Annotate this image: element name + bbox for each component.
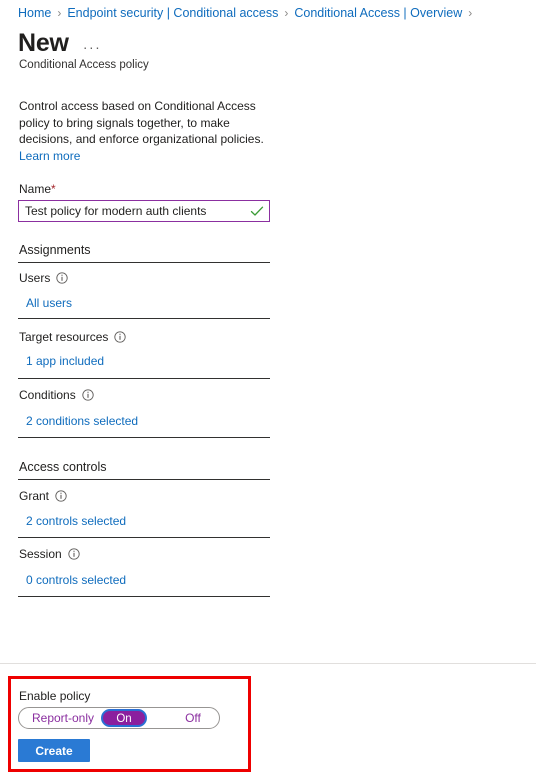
page-title: New xyxy=(18,29,69,57)
breadcrumb: Home › Endpoint security | Conditional a… xyxy=(18,5,472,21)
chevron-right-icon: › xyxy=(468,6,473,20)
divider xyxy=(18,537,270,538)
divider xyxy=(18,262,270,263)
section-heading-assignments: Assignments xyxy=(19,243,91,257)
row-label-text: Users xyxy=(19,271,51,285)
create-button[interactable]: Create xyxy=(18,739,90,762)
info-icon[interactable] xyxy=(68,548,80,560)
divider xyxy=(18,596,270,597)
enable-policy-label: Enable policy xyxy=(19,689,91,703)
row-value-target-resources[interactable]: 1 app included xyxy=(26,353,104,369)
info-icon[interactable] xyxy=(114,331,127,343)
page-header: New ··· xyxy=(18,28,101,58)
row-value-conditions[interactable]: 2 conditions selected xyxy=(26,413,138,429)
row-value-session[interactable]: 0 controls selected xyxy=(26,572,126,588)
info-icon[interactable] xyxy=(55,490,67,502)
divider xyxy=(18,479,270,480)
conditional-access-new-policy-page: Home › Endpoint security | Conditional a… xyxy=(0,0,536,776)
row-label-conditions: Conditions xyxy=(19,387,94,403)
enable-policy-toggle[interactable]: Report-only On Off xyxy=(18,707,220,729)
divider xyxy=(18,437,270,438)
row-label-text: Session xyxy=(19,547,62,561)
row-label-grant: Grant xyxy=(19,488,67,504)
toggle-option-on[interactable]: On xyxy=(101,709,147,727)
name-input-container[interactable] xyxy=(18,200,270,222)
row-value-grant[interactable]: 2 controls selected xyxy=(26,513,126,529)
info-icon[interactable] xyxy=(56,272,68,284)
chevron-right-icon: › xyxy=(57,6,62,20)
checkmark-icon xyxy=(250,206,264,216)
breadcrumb-item-conditional-access-overview[interactable]: Conditional Access | Overview xyxy=(294,5,462,21)
row-label-text: Grant xyxy=(19,489,50,503)
section-heading-access-controls: Access controls xyxy=(19,460,107,474)
toggle-option-report-only[interactable]: Report-only xyxy=(19,710,101,726)
description-text: Control access based on Conditional Acce… xyxy=(19,99,264,146)
toggle-option-off[interactable]: Off xyxy=(165,710,221,726)
divider xyxy=(18,378,270,379)
breadcrumb-item-endpoint-security[interactable]: Endpoint security | Conditional access xyxy=(67,5,278,21)
name-label-text: Name xyxy=(19,182,52,196)
divider xyxy=(18,318,270,319)
chevron-right-icon: › xyxy=(284,6,289,20)
row-label-target-resources: Target resources xyxy=(19,329,127,345)
row-label-text: Conditions xyxy=(19,388,76,402)
breadcrumb-item-home[interactable]: Home xyxy=(18,5,51,21)
row-label-users: Users xyxy=(19,270,68,286)
row-label-session: Session xyxy=(19,546,80,562)
footer-separator xyxy=(0,663,536,664)
name-field-label: Name* xyxy=(19,181,56,197)
info-icon[interactable] xyxy=(82,389,94,401)
name-input[interactable] xyxy=(19,201,248,221)
required-marker: * xyxy=(51,182,56,196)
learn-more-link[interactable]: Learn more xyxy=(19,148,80,164)
row-value-users[interactable]: All users xyxy=(26,295,72,311)
page-subtitle: Conditional Access policy xyxy=(19,59,149,71)
row-label-text: Target resources xyxy=(19,330,109,344)
more-options-icon[interactable]: ··· xyxy=(83,31,102,55)
